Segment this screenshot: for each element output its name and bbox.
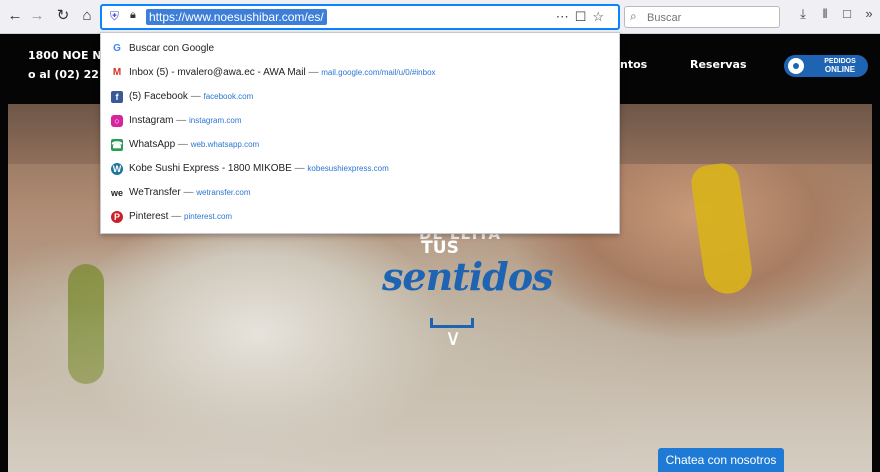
nav-item-reservas[interactable]: Reservas [690, 58, 747, 71]
suggestion-item[interactable]: f (5) Facebook — facebook.com [101, 85, 619, 109]
tracking-shield-icon[interactable]: ⛨ [110, 9, 119, 24]
food-image [689, 161, 755, 297]
bookmark-star-icon[interactable]: ☆ [592, 9, 610, 24]
url-text[interactable]: https://www.noesushibar.com/es/ [146, 9, 327, 25]
home-icon[interactable]: ⌂ [76, 5, 98, 27]
back-arrow-icon[interactable]: ← [4, 5, 26, 27]
whatsapp-icon: ☎ [111, 139, 123, 151]
nav-item-partial[interactable]: ntos [620, 58, 647, 71]
suggestion-item[interactable]: we WeTransfer — wetransfer.com [101, 181, 619, 205]
suggestion-item[interactable]: W Kobe Sushi Express - 1800 MIKOBE — kob… [101, 157, 619, 181]
suggestion-item[interactable]: ☎ WhatsApp — web.whatsapp.com [101, 133, 619, 157]
gmail-icon: M [112, 67, 122, 78]
sidebar-icon[interactable]: □ [836, 6, 858, 21]
browser-toolbar: ← → ↻ ⌂ ⛨ 🔒︎ https://www.noesushibar.com… [0, 0, 880, 34]
pocket-icon[interactable]: ☐ [575, 9, 593, 24]
pedidos-icon [788, 58, 804, 74]
chat-button[interactable]: Chatea con nosotros [658, 448, 784, 472]
page-actions-icon[interactable]: ⋯ [556, 9, 575, 24]
url-suggestions-dropdown: G Buscar con Google M Inbox (5) - mvaler… [100, 32, 620, 234]
suggestion-item[interactable]: M Inbox (5) - mvalero@awa.ec - AWA Mail … [101, 61, 619, 85]
reload-icon[interactable]: ↻ [52, 5, 74, 27]
wordpress-icon: W [111, 163, 123, 175]
slogan-script: sentidos [382, 254, 554, 299]
url-bar[interactable]: ⛨ 🔒︎ https://www.noesushibar.com/es/ ⋯☐☆ [100, 4, 620, 30]
lock-icon[interactable]: 🔒︎ [130, 9, 136, 22]
search-icon: ⌕ [630, 9, 637, 23]
overflow-chevron-icon[interactable]: » [858, 6, 880, 21]
pinterest-icon: P [111, 211, 123, 223]
suggestion-item[interactable]: ○ Instagram — instagram.com [101, 109, 619, 133]
suggestion-item[interactable]: G Buscar con Google [101, 37, 619, 61]
library-icon[interactable]: ‖ [814, 6, 836, 21]
forward-arrow-icon[interactable]: → [26, 5, 48, 27]
downloads-icon[interactable]: ⤓ [792, 6, 814, 22]
search-input[interactable] [645, 9, 777, 27]
search-box[interactable]: ⌕ [624, 6, 780, 28]
instagram-icon: ○ [111, 115, 123, 127]
wetransfer-icon: we [111, 188, 124, 198]
facebook-icon: f [111, 91, 123, 103]
google-icon: G [113, 43, 121, 54]
scroll-down-chevron-icon[interactable]: ∨ [438, 327, 468, 349]
pedidos-online-button[interactable]: PEDIDOS ONLINE [784, 55, 868, 77]
suggestion-item[interactable]: P Pinterest — pinterest.com [101, 205, 619, 229]
